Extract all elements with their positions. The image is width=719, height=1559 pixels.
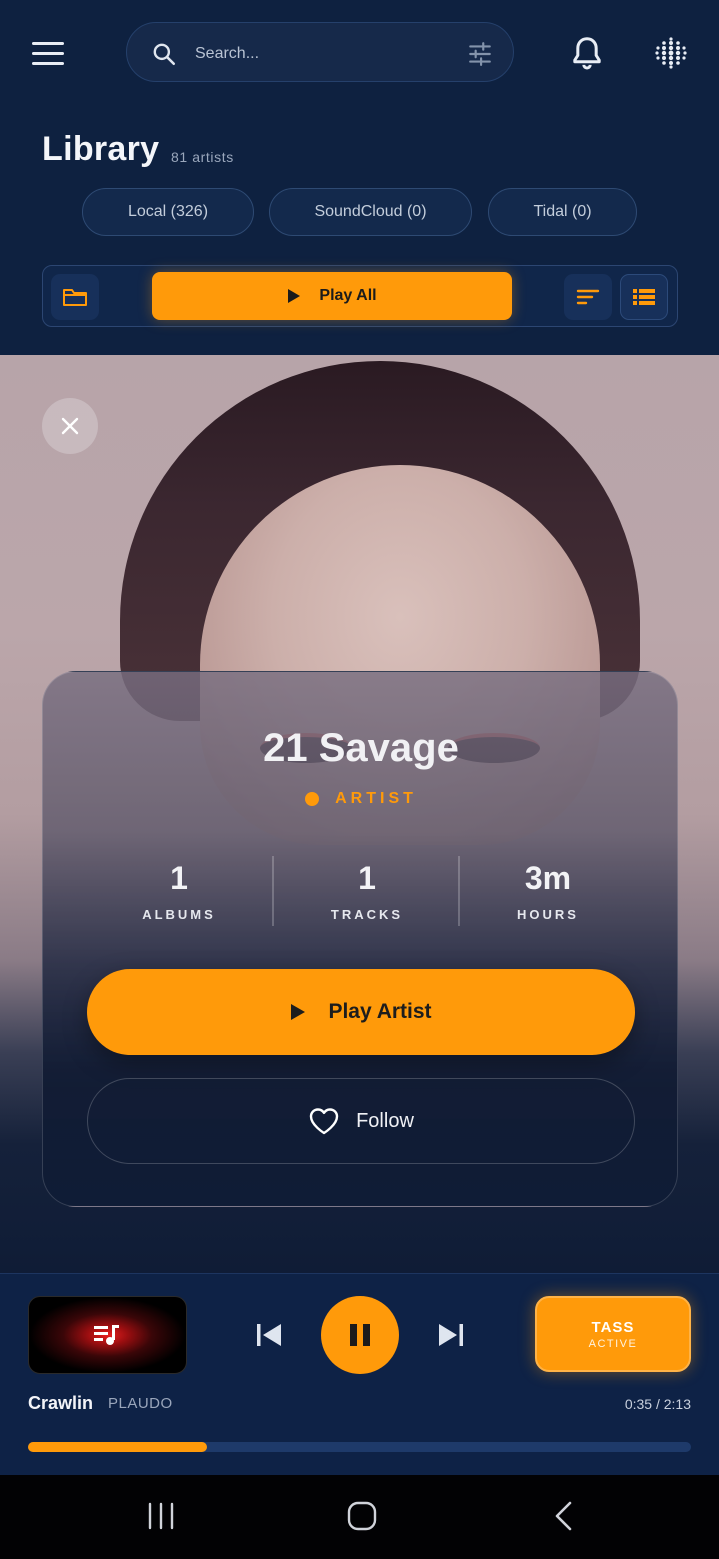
artist-role: ARTIST <box>43 790 679 808</box>
bell-icon[interactable] <box>568 34 606 72</box>
play-all-button[interactable]: Play All <box>152 272 512 320</box>
recent-apps-icon[interactable] <box>146 1501 176 1531</box>
stat-value: 1 <box>358 860 376 896</box>
search-input[interactable] <box>193 39 457 69</box>
queue-music-icon <box>94 1325 119 1345</box>
artist-count: 81 artists <box>171 149 234 165</box>
track-time: 0:35 / 2:13 <box>624 1396 691 1412</box>
library-toolbar: Play All <box>42 265 678 327</box>
tass-title: TASS <box>591 1318 635 1336</box>
play-all-label: Play All <box>319 287 377 304</box>
track-title: Crawlin <box>28 1393 94 1413</box>
follow-label: Follow <box>356 1109 414 1132</box>
sort-icon <box>576 289 600 305</box>
folder-icon <box>63 289 87 306</box>
artist-name: 21 Savage <box>263 726 459 770</box>
source-chip-soundcloud[interactable]: SoundCloud (0) <box>269 188 472 236</box>
track-artist: PLAUDO <box>108 1395 173 1412</box>
stat-albums: 1 ALBUMS <box>89 860 269 922</box>
list-view-icon <box>633 289 655 305</box>
dots-grid-icon[interactable] <box>652 34 690 72</box>
source-chip-local[interactable]: Local (326) <box>82 188 254 236</box>
close-icon <box>61 417 79 435</box>
follow-button[interactable]: Follow <box>87 1078 635 1164</box>
play-icon <box>288 289 301 303</box>
stat-label: ALBUMS <box>142 907 216 922</box>
stat-tracks: 1 TRACKS <box>277 860 457 922</box>
source-chip-tidal[interactable]: Tidal (0) <box>488 188 637 236</box>
back-icon[interactable] <box>552 1500 576 1532</box>
progress-bar[interactable] <box>28 1442 691 1452</box>
sort-button[interactable] <box>564 274 612 320</box>
stat-label: HOURS <box>517 907 579 922</box>
stat-label: TRACKS <box>330 907 404 922</box>
play-artist-label: Play Artist <box>328 1000 432 1023</box>
search-bar[interactable] <box>126 22 514 82</box>
play-icon <box>291 1004 306 1020</box>
page-title: Library <box>42 130 160 168</box>
search-icon <box>153 43 176 66</box>
stat-hours: 3m HOURS <box>458 860 638 922</box>
pause-icon <box>350 1324 370 1346</box>
pause-button[interactable] <box>321 1296 399 1374</box>
list-view-button[interactable] <box>620 274 668 320</box>
skip-previous-icon[interactable] <box>254 1320 284 1350</box>
now-playing-artwork[interactable] <box>28 1296 187 1374</box>
mini-player: TASS ACTIVE Crawlin PLAUDO 0:35 / 2:13 <box>0 1273 719 1476</box>
hamburger-menu-icon[interactable] <box>28 34 70 72</box>
home-icon[interactable] <box>346 1500 378 1532</box>
role-dot-icon <box>305 792 320 806</box>
stat-value: 1 <box>170 860 188 896</box>
tass-status: ACTIVE <box>588 1337 638 1350</box>
play-artist-button[interactable]: Play Artist <box>87 969 635 1055</box>
skip-next-icon[interactable] <box>436 1320 466 1350</box>
folder-button[interactable] <box>51 274 99 320</box>
heart-icon <box>309 1108 339 1135</box>
progress-fill <box>28 1442 207 1452</box>
system-navigation-bar <box>0 1475 719 1559</box>
close-button[interactable] <box>42 398 98 454</box>
sliders-icon[interactable] <box>467 41 493 67</box>
role-label: ARTIST <box>335 790 417 807</box>
artist-card: 21 Savage ARTIST 1 ALBUMS 1 TRACKS 3m HO… <box>42 671 678 1207</box>
tass-status-button[interactable]: TASS ACTIVE <box>535 1296 691 1372</box>
stat-value: 3m <box>524 860 572 896</box>
stat-divider <box>272 856 274 926</box>
